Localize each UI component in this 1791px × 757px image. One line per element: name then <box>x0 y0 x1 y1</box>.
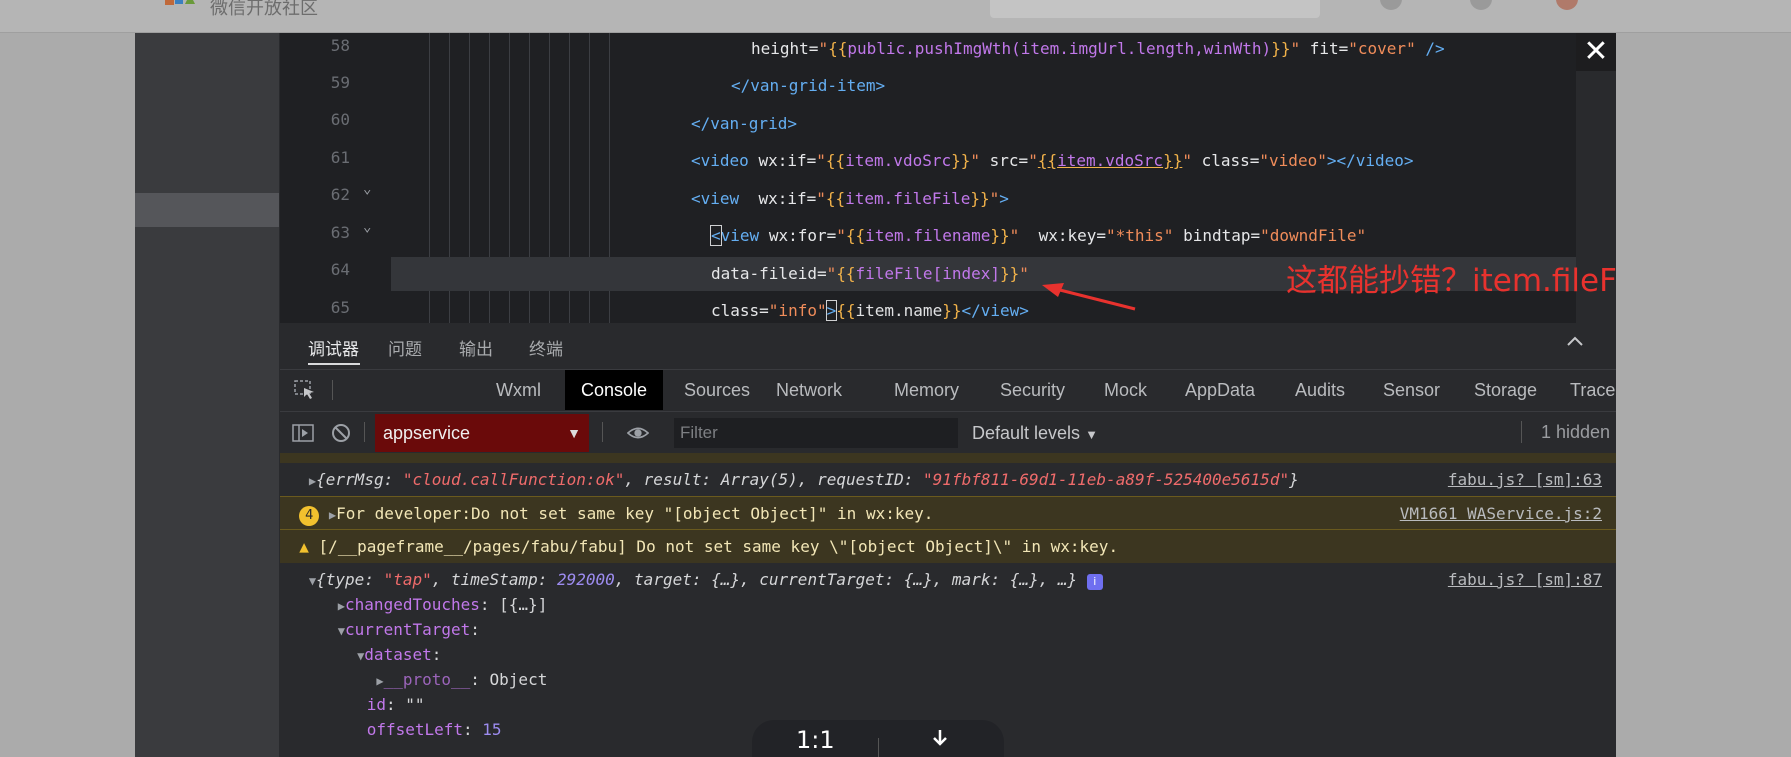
collapse-arrow-icon[interactable]: ▼ <box>338 624 345 638</box>
console-output: ▶{errMsg: "cloud.callFunction:ok", resul… <box>280 453 1616 757</box>
image-viewer: 58 59 60 61 62 63 64 65 ⌄ ⌄ height="{{pu… <box>135 33 1616 757</box>
panel-tabs: 调试器 问题 输出 终端 <box>280 323 1616 369</box>
code-line: <view wx:if="{{item.fileFile}}"> <box>691 189 1009 208</box>
page-search-input[interactable] <box>990 0 1320 18</box>
expand-arrow-icon[interactable]: ▶ <box>338 599 345 613</box>
console-message-warning[interactable]: ▲ [/__pageframe__/pages/fabu/fabu] Do no… <box>280 529 1616 563</box>
sidebar-toggle-icon[interactable] <box>292 422 314 444</box>
console-toolbar: appservice ▼ Default levels ▼ <box>280 411 1616 455</box>
line-gutter: 58 59 60 61 62 63 64 65 ⌄ ⌄ <box>280 33 391 323</box>
close-button[interactable]: ✕ <box>1576 33 1616 71</box>
fold-chevron-icon[interactable]: ⌄ <box>363 219 371 235</box>
tab-memory[interactable]: Memory <box>894 370 959 410</box>
tab-trace[interactable]: Trace <box>1570 370 1615 410</box>
code-line: <view wx:for="{{item.filename}}" wx:key=… <box>710 225 1367 246</box>
line-number: 65 <box>330 298 350 317</box>
tab-wxml[interactable]: Wxml <box>496 370 541 410</box>
console-clipped-row <box>280 453 1616 463</box>
dropdown-caret-icon: ▼ <box>567 425 581 441</box>
download-icon[interactable] <box>928 728 952 752</box>
clear-console-icon[interactable] <box>330 422 352 444</box>
dropdown-caret-icon: ▼ <box>1085 427 1098 442</box>
message-icon[interactable] <box>1470 0 1492 10</box>
tab-network[interactable]: Network <box>776 370 842 410</box>
site-logo-icon <box>165 0 195 5</box>
code-line: height="{{public.pushImgWth(item.imgUrl.… <box>751 39 1445 58</box>
tab-problems[interactable]: 问题 <box>388 335 422 360</box>
source-link[interactable]: fabu.js? [sm]:63 <box>1448 463 1602 496</box>
line-number: 59 <box>330 73 350 92</box>
notification-icon[interactable] <box>1380 0 1402 10</box>
viewer-left-panel <box>135 33 279 757</box>
devtools-panel: 调试器 问题 输出 终端 Wxml Console Sources Networ… <box>280 323 1616 757</box>
annotation-text: 这都能抄错？item.fileFile[index] <box>1286 263 1616 299</box>
tab-sources[interactable]: Sources <box>684 370 750 410</box>
eye-icon[interactable] <box>627 422 649 444</box>
avatar[interactable] <box>1556 0 1578 10</box>
tab-debugger[interactable]: 调试器 <box>308 335 359 360</box>
log-levels-label: Default levels <box>972 423 1081 443</box>
line-number: 62 <box>330 185 350 204</box>
tab-storage[interactable]: Storage <box>1474 370 1537 410</box>
tab-sensor[interactable]: Sensor <box>1383 370 1440 410</box>
line-number: 61 <box>330 148 350 167</box>
line-number: 63 <box>330 223 350 242</box>
tab-terminal[interactable]: 终端 <box>529 335 563 360</box>
viewer-bottom-toolbar: 1:1 <box>752 720 1004 757</box>
source-link[interactable]: VM1661 WAService.js:2 <box>1400 497 1602 530</box>
log-levels-dropdown[interactable]: Default levels ▼ <box>972 412 1098 454</box>
collapse-chevron-icon[interactable] <box>1564 331 1586 353</box>
code-editor: 58 59 60 61 62 63 64 65 ⌄ ⌄ height="{{pu… <box>280 33 1616 323</box>
tab-output[interactable]: 输出 <box>459 335 493 360</box>
active-tab-indicator <box>308 363 360 365</box>
tab-mock[interactable]: Mock <box>1104 370 1147 410</box>
warning-triangle-icon: ▲ <box>299 537 309 556</box>
devtools-tool-tabs: Wxml Console Sources Network Memory Secu… <box>280 369 1616 412</box>
context-select-value: appservice <box>383 423 471 443</box>
hidden-messages-count: 1 hidden <box>1541 422 1611 442</box>
line-number: 64 <box>330 260 350 279</box>
console-message-log[interactable]: ▶{errMsg: "cloud.callFunction:ok", resul… <box>280 463 1616 496</box>
context-select[interactable]: appservice ▼ <box>375 414 589 452</box>
inspect-element-icon[interactable] <box>294 380 316 400</box>
repeat-count-badge: 4 <box>299 506 320 526</box>
page-topbar: 微信开放社区 <box>0 0 1791 33</box>
filter-input[interactable] <box>674 418 958 448</box>
tab-appdata[interactable]: AppData <box>1185 370 1255 410</box>
console-message-warning[interactable]: 4 ▶For developer:Do not set same key "[o… <box>280 496 1616 530</box>
actual-size-button[interactable]: 1:1 <box>796 726 835 754</box>
code-line: <video wx:if="{{item.vdoSrc}}" src="{{it… <box>691 151 1414 170</box>
fold-chevron-icon[interactable]: ⌄ <box>363 181 371 197</box>
line-number: 60 <box>330 110 350 129</box>
line-number: 58 <box>330 36 350 55</box>
page-title: 微信开放社区 <box>210 0 318 19</box>
tab-console[interactable]: Console <box>565 370 664 410</box>
tab-security[interactable]: Security <box>1000 370 1065 410</box>
tab-audits[interactable]: Audits <box>1295 370 1345 410</box>
expand-arrow-icon[interactable]: ▶ <box>376 674 383 688</box>
code-line: </van-grid-item> <box>731 76 886 95</box>
code-line: </van-grid> <box>691 114 797 133</box>
